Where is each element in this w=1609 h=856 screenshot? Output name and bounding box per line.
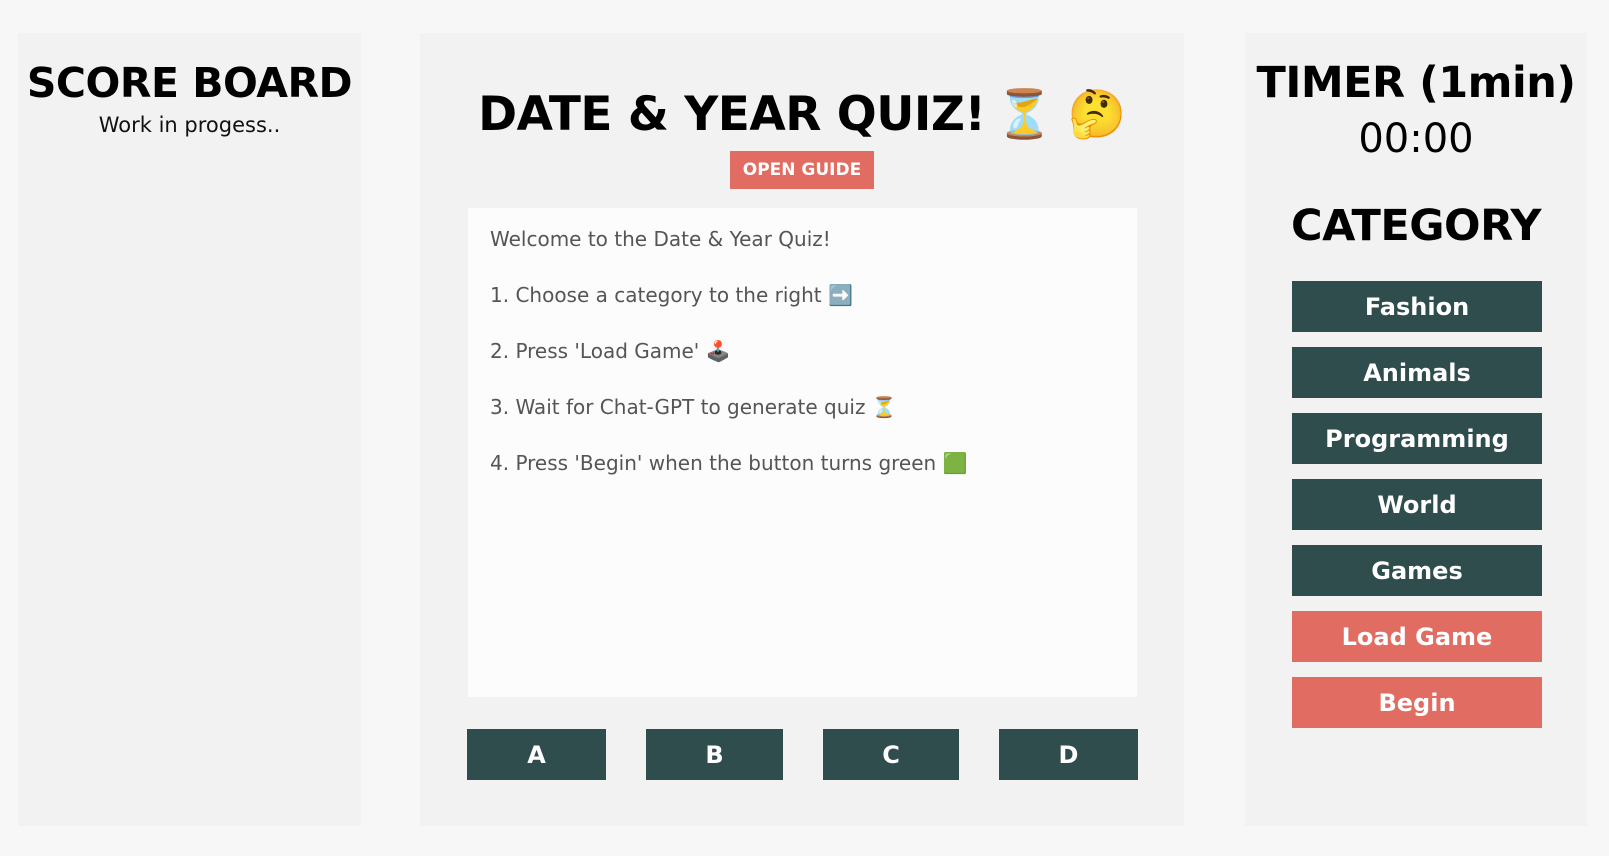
guide-line-welcome: Welcome to the Date & Year Quiz! — [490, 227, 831, 251]
scoreboard-subtitle: Work in progess.. — [98, 113, 281, 137]
quiz-title-text: DATE & YEAR QUIZ! — [478, 87, 986, 142]
category-games-button[interactable]: Games — [1292, 545, 1542, 596]
category-world-button[interactable]: World — [1292, 479, 1542, 530]
scoreboard-panel: SCORE BOARD Work in progess.. — [18, 33, 361, 826]
category-programming-button[interactable]: Programming — [1292, 413, 1542, 464]
category-animals-button[interactable]: Animals — [1292, 347, 1542, 398]
category-list: Fashion Animals Programming World Games … — [1292, 281, 1542, 743]
sidebar-panel: TIMER (1min) 00:00 CATEGORY Fashion Anim… — [1245, 33, 1587, 826]
category-title: CATEGORY — [1291, 201, 1541, 251]
answer-b-button[interactable]: B — [646, 729, 783, 780]
guide-line-step-2: 2. Press 'Load Game' 🕹️ — [490, 339, 731, 363]
guide-content: Welcome to the Date & Year Quiz! 1. Choo… — [468, 208, 1137, 697]
timer-value: 00:00 — [1358, 116, 1474, 162]
load-game-button[interactable]: Load Game — [1292, 611, 1542, 662]
guide-line-step-3: 3. Wait for Chat-GPT to generate quiz ⏳ — [490, 395, 897, 419]
timer-title: TIMER (1min) — [1256, 58, 1576, 108]
guide-line-step-1: 1. Choose a category to the right ➡️ — [490, 283, 853, 307]
page-title: DATE & YEAR QUIZ! ⏳ 🤔 — [420, 85, 1184, 145]
hourglass-thinking-icon: ⏳ 🤔 — [995, 87, 1126, 142]
scoreboard-title: SCORE BOARD — [26, 59, 353, 107]
begin-button[interactable]: Begin — [1292, 677, 1542, 728]
answer-a-button[interactable]: A — [467, 729, 606, 780]
answer-c-button[interactable]: C — [823, 729, 959, 780]
answer-d-button[interactable]: D — [999, 729, 1138, 780]
category-fashion-button[interactable]: Fashion — [1292, 281, 1542, 332]
open-guide-button[interactable]: OPEN GUIDE — [730, 151, 874, 189]
guide-line-step-4: 4. Press 'Begin' when the button turns g… — [490, 451, 968, 475]
quiz-panel: DATE & YEAR QUIZ! ⏳ 🤔 OPEN GUIDE Welcome … — [420, 33, 1184, 826]
